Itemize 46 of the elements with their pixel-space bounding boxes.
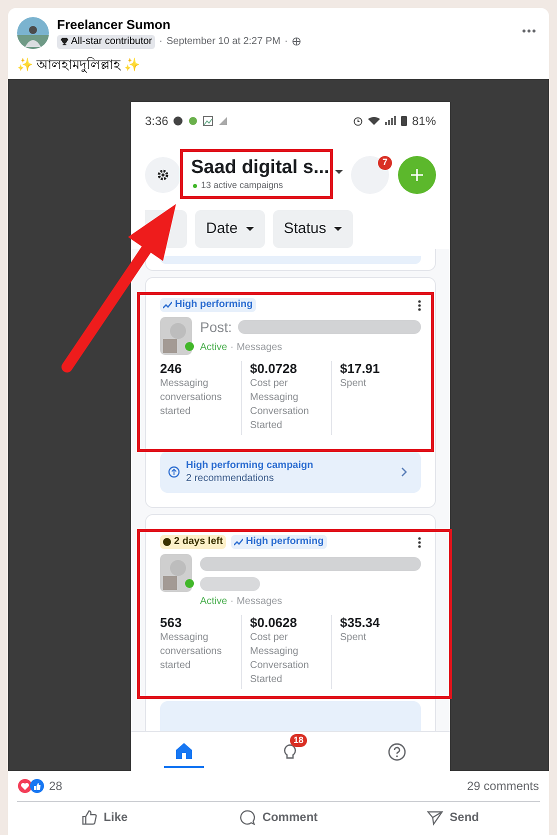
contributor-badge: All-star contributor bbox=[57, 34, 156, 48]
send-button[interactable]: Send bbox=[366, 802, 540, 832]
filter-dropdown[interactable]: Status bbox=[272, 210, 354, 248]
post-text: ✨ আলহামদুলিল্লাহ ✨ bbox=[16, 56, 142, 75]
post-time[interactable]: September 10 at 2:27 PM bbox=[166, 34, 280, 49]
recommendation-banner[interactable]: High performing campaign 2 recommendations bbox=[160, 451, 421, 493]
metric-label: Messaging conversations started bbox=[160, 631, 223, 673]
performance-tag: High performing bbox=[160, 298, 256, 312]
author-name[interactable]: Freelancer Sumon bbox=[57, 17, 301, 33]
like-button[interactable]: Like bbox=[17, 802, 192, 832]
recommendation-title: High performing campaign bbox=[186, 459, 314, 472]
notification-count: 18 bbox=[290, 734, 306, 746]
account-name[interactable]: Saad digital s... bbox=[191, 157, 330, 180]
ideas-tab[interactable]: 18 bbox=[270, 736, 310, 768]
notification-count: 7 bbox=[378, 156, 392, 170]
metric-value: $17.91 bbox=[340, 361, 381, 377]
metric-label: Spent bbox=[340, 631, 368, 645]
metric-label: Cost per Messaging Conversation Started bbox=[250, 631, 310, 687]
separator-dot: · bbox=[284, 35, 288, 49]
campaign-status: Active bbox=[200, 341, 228, 355]
filter-dropdown[interactable]: Date bbox=[195, 210, 265, 248]
performance-tag: High performing bbox=[230, 535, 327, 549]
recommendation-count: 2 recommendations bbox=[186, 472, 275, 485]
campaign-objective: Messages bbox=[236, 595, 282, 609]
campaign-status: Active bbox=[200, 595, 228, 609]
separator-dot: · bbox=[159, 35, 162, 49]
campaign-objective: Messages bbox=[236, 341, 282, 355]
metric-label: Messaging conversations started bbox=[160, 377, 223, 419]
separator-dot: · bbox=[230, 595, 234, 609]
separator-dot: · bbox=[230, 341, 234, 355]
metric-value: 563 bbox=[160, 615, 183, 631]
metric-value: $0.0728 bbox=[250, 361, 298, 377]
time-left-tag: 2 days left bbox=[160, 535, 226, 549]
metric-value: 246 bbox=[160, 361, 183, 377]
notifications-button[interactable]: 7 bbox=[351, 156, 389, 194]
metric-label: Cost per Messaging Conversation Started bbox=[250, 377, 310, 433]
metric-label: Spent bbox=[340, 377, 368, 391]
comment-count[interactable]: 29 comments bbox=[466, 777, 539, 795]
status-time: 3:36 bbox=[145, 112, 168, 130]
comment-button[interactable]: Comment bbox=[191, 802, 366, 832]
post-label: Post: bbox=[200, 318, 232, 336]
metric-value: $0.0628 bbox=[250, 615, 298, 631]
active-campaigns-count: 13 active campaigns bbox=[201, 179, 284, 192]
reaction-count[interactable]: 28 bbox=[49, 777, 62, 795]
battery-level: 81% bbox=[412, 112, 436, 130]
metric-value: $35.34 bbox=[340, 615, 381, 631]
